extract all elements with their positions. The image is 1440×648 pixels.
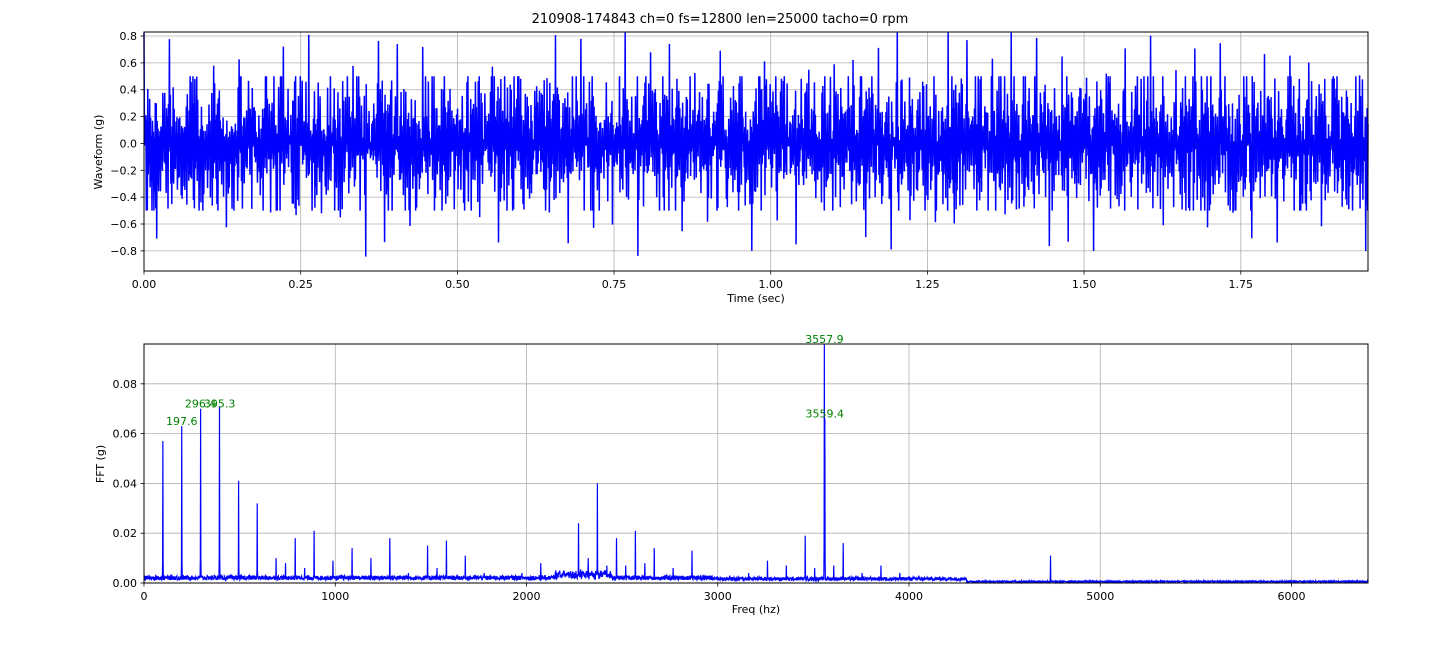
waveform-y-tick-label: 0.6 [120,57,138,70]
waveform-x-tick-label: 1.25 [915,278,940,291]
fft-y-axis-label: FFT (g) [94,445,107,483]
fft-y-tick-label: 0.06 [113,428,138,441]
waveform-x-tick-label: 1.50 [1072,278,1097,291]
fft-x-tick-label: 4000 [895,590,923,603]
waveform-x-tick-label: 0.50 [445,278,470,291]
fft-x-tick-label: 5000 [1086,590,1114,603]
fft-x-tick-label: 1000 [321,590,349,603]
waveform-y-tick-label: −0.6 [110,218,137,231]
fft-x-tick-label: 6000 [1278,590,1306,603]
waveform-y-tick-label: −0.4 [110,191,137,204]
figure-title: 210908-174843 ch=0 fs=12800 len=25000 ta… [532,12,909,27]
fft-peak-annotation: 3559.4 [805,408,844,421]
fft-y-ticks: 0.00 0.02 0.04 0.06 0.08 [113,378,144,590]
waveform-x-tick-label: 1.00 [758,278,783,291]
fft-y-tick-label: 0.08 [113,378,138,391]
fft-y-tick-label: 0.00 [113,577,138,590]
waveform-y-tick-label: 0.4 [120,84,138,97]
fft-axes-frame [143,343,1369,584]
waveform-x-axis-label: Time (sec) [726,292,785,305]
waveform-y-tick-label: 0.2 [120,111,138,124]
waveform-x-ticks: 0.00 0.25 0.50 0.75 1.00 1.25 1.50 1.75 [132,271,1253,291]
fft-x-tick-label: 0 [141,590,148,603]
fft-y-tick-label: 0.04 [113,477,138,490]
waveform-y-tick-label: −0.2 [110,164,137,177]
fft-y-tick-label: 0.02 [113,527,138,540]
fft-panel: 197.6296.4395.33557.93559.4 0 1000 2000 300… [94,333,1369,616]
fft-x-ticks: 0 1000 2000 3000 4000 5000 6000 [141,583,1306,603]
waveform-panel: 0.00 0.25 0.50 0.75 1.00 1.25 1.50 1.75 −0.8−0.… [92,30,1369,305]
fft-peak-annotation: 395.3 [204,398,236,411]
fft-peak-annotations: 197.6296.4395.33557.93559.4 [166,333,844,428]
figure: 210908-174843 ch=0 fs=12800 len=25000 ta… [92,12,1369,616]
waveform-y-tick-label: 0.0 [120,137,138,150]
waveform-y-tick-label: 0.8 [120,30,138,43]
fft-peak-annotation: 197.6 [166,415,198,428]
waveform-y-ticks: −0.8 −0.6 −0.4 −0.2 0.0 0.2 0.4 0.6 0.8 [110,30,144,258]
waveform-x-tick-label: 0.25 [288,278,313,291]
fft-series-line [143,343,1369,585]
waveform-series-line [143,31,1369,257]
waveform-y-tick-label: −0.8 [110,245,137,258]
waveform-x-tick-label: 0.00 [132,278,157,291]
waveform-x-tick-label: 1.75 [1229,278,1254,291]
waveform-y-axis-label: Waveform (g) [92,115,105,190]
fft-x-axis-label: Freq (hz) [732,603,780,616]
fft-x-tick-label: 3000 [704,590,732,603]
fft-grid [143,344,1368,584]
waveform-x-tick-label: 0.75 [602,278,627,291]
fft-x-tick-label: 2000 [513,590,541,603]
